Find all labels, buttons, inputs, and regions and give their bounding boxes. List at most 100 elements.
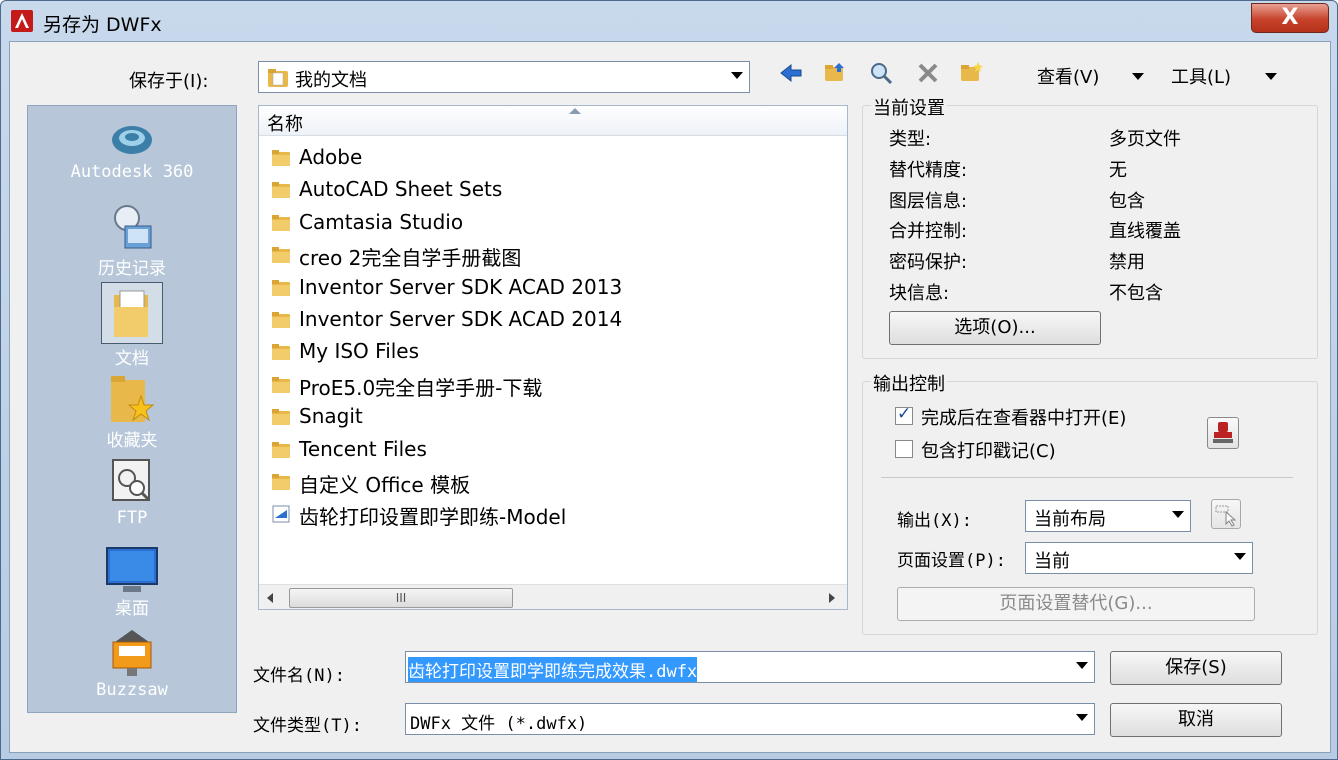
page-setup-value: 当前 [1034,551,1070,572]
new-folder-icon[interactable] [959,61,983,85]
page-setup-override-button[interactable]: 页面设置替代(G)... [897,587,1255,621]
setting-value: 多页文件 [1109,129,1181,150]
output-browse-button[interactable] [1211,499,1241,529]
chevron-down-icon [1234,553,1246,560]
list-item[interactable]: AutoCAD Sheet Sets [259,174,845,206]
close-button[interactable]: X [1251,3,1329,33]
setting-value: 禁用 [1109,252,1145,274]
place-history[interactable]: 历史记录 [28,202,236,279]
list-item-name: 齿轮打印设置即学即练-Model [299,505,567,530]
list-item[interactable]: My ISO Files [259,336,845,368]
up-folder-icon[interactable] [823,61,847,85]
options-button[interactable]: 选项(O)... [889,311,1101,345]
filetype-dropdown[interactable]: DWFx 文件 (*.dwfx) [405,703,1095,735]
filetype-value: DWFx 文件 (*.dwfx) [410,714,588,734]
save-in-label: 保存于(I): [129,71,209,92]
output-value: 当前布局 [1034,509,1106,530]
setting-label: 合并控制: [889,221,968,243]
list-item-name: AutoCAD Sheet Sets [299,177,503,202]
stamp-settings-button[interactable] [1207,417,1239,449]
setting-label: 块信息: [889,283,950,304]
list-item[interactable]: Inventor Server SDK ACAD 2014 [259,304,845,336]
buzzsaw-icon [112,630,152,676]
place-favorites[interactable]: 收藏夹 [28,374,236,451]
selected-place-frame [101,282,163,344]
place-autodesk-360[interactable]: Autodesk 360 [28,116,236,182]
save-button[interactable]: 保存(S) [1110,651,1282,685]
scroll-left-icon[interactable] [267,593,273,603]
list-item[interactable]: Tencent Files [259,434,845,466]
list-item[interactable]: Inventor Server SDK ACAD 2013 [259,272,845,304]
folder-icon [271,213,291,233]
setting-label: 类型: [889,129,932,150]
place-desktop[interactable]: 桌面 [28,546,236,619]
delete-icon[interactable] [916,61,940,85]
setting-value: 不包含 [1109,283,1163,304]
file-list[interactable]: 名称 Adobe AutoCAD Sheet Sets Camtasia Studi… [258,105,848,610]
list-item[interactable]: Adobe [259,142,845,174]
place-buzzsaw[interactable]: Buzzsaw [28,628,236,700]
open-in-viewer-label[interactable]: 完成后在查看器中打开(E) [921,404,1126,430]
list-item[interactable]: Snagit [259,401,845,433]
tools-menu[interactable]: 工具(L) [1171,63,1231,89]
back-arrow-icon[interactable] [779,61,803,85]
horizontal-scrollbar[interactable]: III [259,584,847,609]
setting-value: 无 [1109,159,1127,181]
column-header-name[interactable]: 名称 [259,106,847,136]
cancel-button[interactable]: 取消 [1110,703,1282,737]
page-setup-dropdown[interactable]: 当前 [1025,542,1253,574]
filename-input[interactable]: 齿轮打印设置即学即练完成效果.dwfx [408,657,698,682]
list-item[interactable]: Camtasia Studio [259,207,845,239]
setting-label: 替代精度: [889,159,968,181]
view-menu-chevron-icon[interactable] [1132,73,1144,80]
setting-value: 直线覆盖 [1109,221,1181,243]
autocad-logo-icon [11,10,33,32]
setting-label: 图层信息: [889,190,968,212]
folder-icon [271,375,291,395]
list-item-name: Tencent Files [299,436,427,461]
folder-icon [268,69,288,87]
output-label: 输出(X): [897,511,972,531]
list-item-name: creo 2完全自学手册截图 [299,246,522,271]
include-stamp-label[interactable]: 包含打印戳记(C) [921,437,1056,463]
places-bar: Autodesk 360 历史记录 文档 收藏夹 FTP 桌面 Buzzsaw [27,105,237,713]
scroll-right-icon[interactable] [829,593,835,603]
scroll-thumb[interactable]: III [289,588,513,608]
page-setup-label: 页面设置(P): [897,551,1006,571]
place-label: 历史记录 [98,259,166,279]
list-item[interactable]: ProE5.0完全自学手册-下载 [259,369,845,401]
chevron-down-icon[interactable] [1076,714,1088,721]
place-documents[interactable]: 文档 [28,282,236,369]
save-as-dialog: 另存为 DWFx X 保存于(I): 我的文档 查看(V) 工具(L) Auto… [0,0,1338,760]
place-label: 文档 [115,349,149,369]
dwg-file-icon [271,504,291,524]
title-bar[interactable]: 另存为 DWFx X [1,1,1337,41]
column-name-label: 名称 [267,114,303,135]
documents-icon [114,290,148,337]
filename-combobox[interactable]: 齿轮打印设置即学即练完成效果.dwfx [405,651,1095,683]
open-in-viewer-checkbox[interactable] [895,404,913,425]
place-label: 桌面 [115,599,149,619]
output-dropdown[interactable]: 当前布局 [1025,500,1191,532]
place-label: Autodesk 360 [70,162,194,182]
current-settings-title: 当前设置 [871,94,947,120]
chevron-down-icon [731,72,743,79]
desktop-icon [106,547,158,592]
tools-menu-chevron-icon[interactable] [1265,73,1277,80]
folder-icon [271,278,291,298]
save-in-dropdown[interactable]: 我的文档 [258,61,750,93]
search-web-icon[interactable] [869,61,893,85]
include-stamp-checkbox[interactable] [895,440,913,458]
output-control-title: 输出控制 [871,370,947,396]
list-item[interactable]: creo 2完全自学手册截图 [259,239,845,271]
list-item[interactable]: 齿轮打印设置即学即练-Model [259,498,845,530]
folder-icon [271,472,291,492]
view-menu[interactable]: 查看(V) [1037,63,1099,89]
list-item-name: Inventor Server SDK ACAD 2013 [299,274,623,299]
list-item-name: 自定义 Office 模板 [299,473,471,497]
list-item[interactable]: 自定义 Office 模板 [259,466,845,498]
chevron-down-icon[interactable] [1076,662,1088,669]
place-ftp[interactable]: FTP [28,458,236,528]
list-item-name: ProE5.0完全自学手册-下载 [299,375,543,400]
list-item-name: Snagit [299,404,363,429]
